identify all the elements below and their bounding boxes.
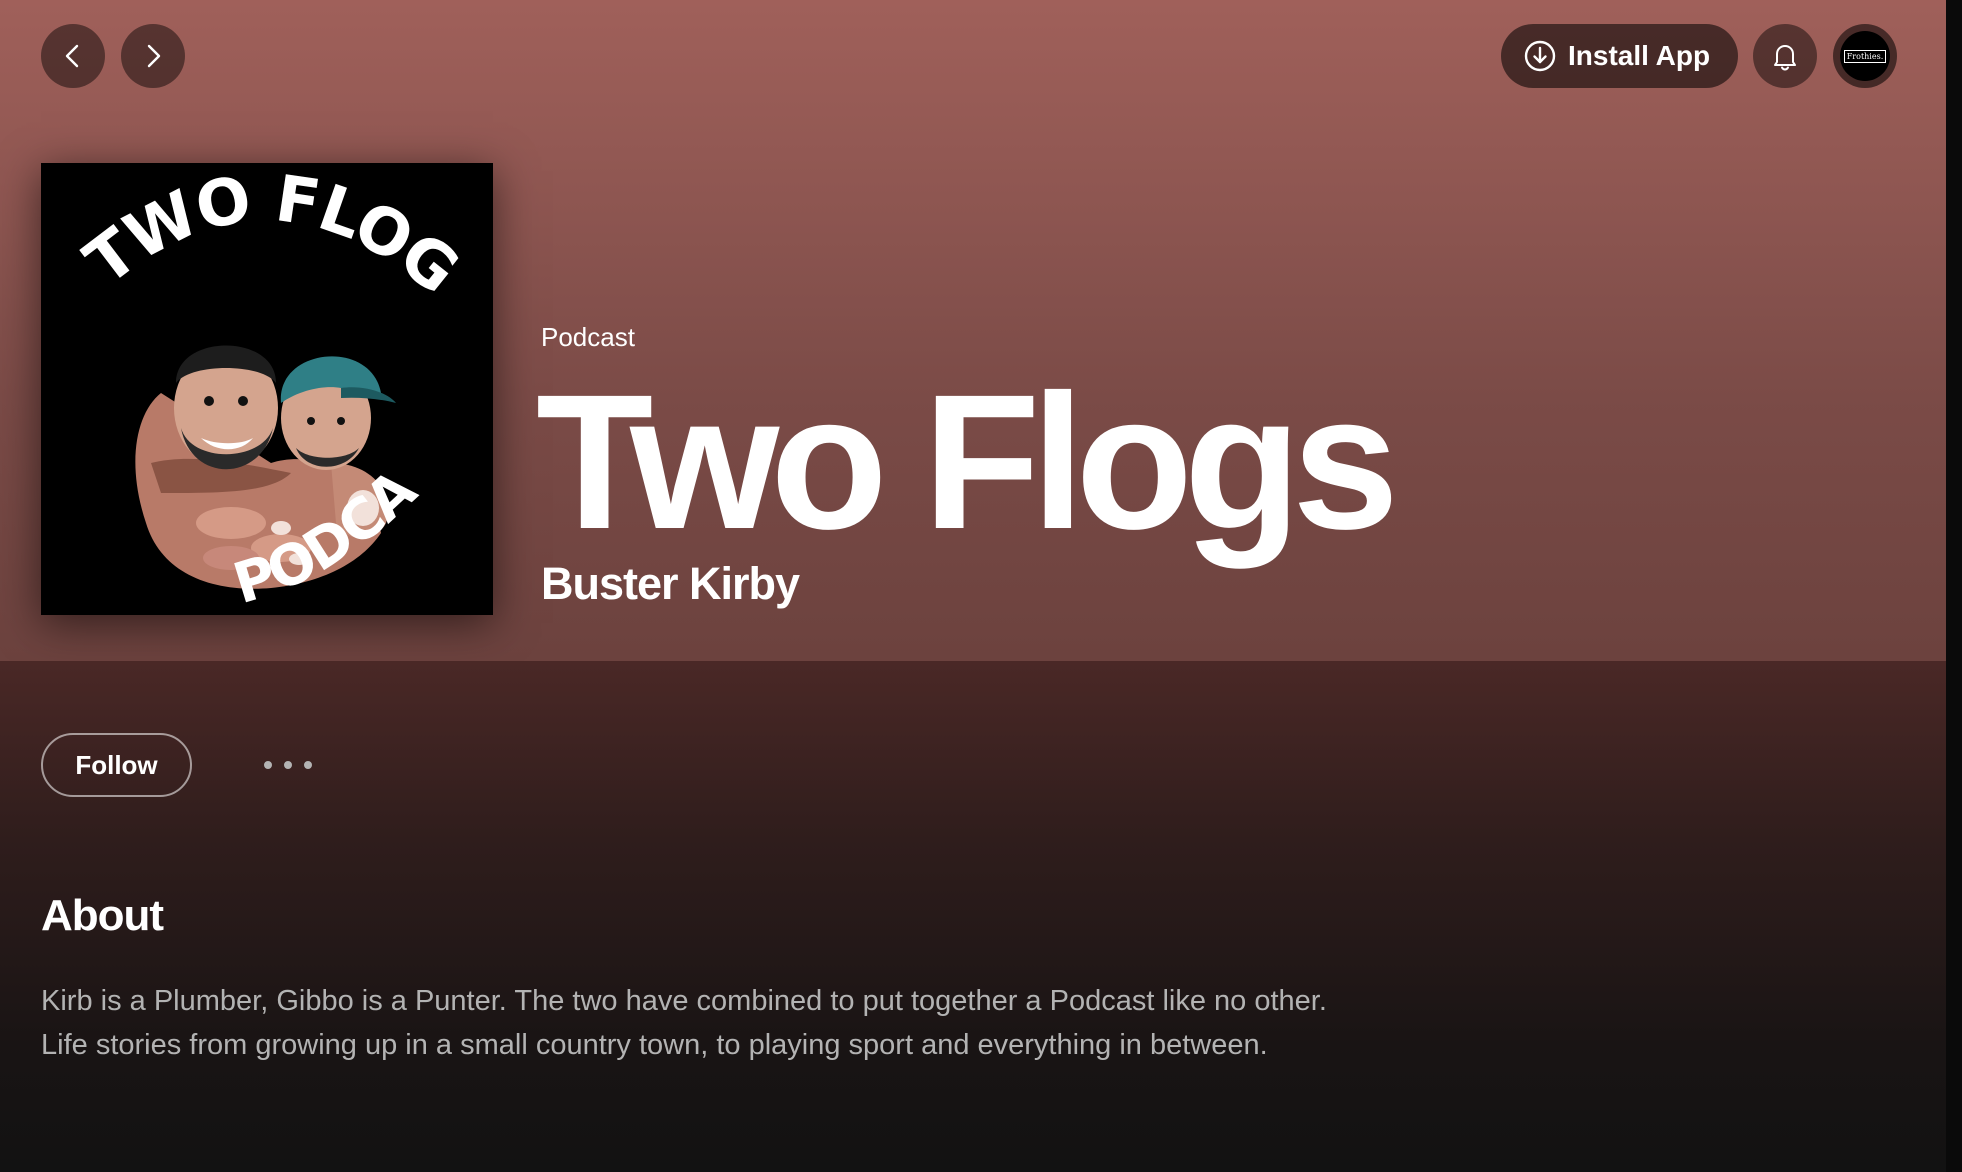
- more-horizontal-icon: [264, 761, 312, 769]
- main-view: Install App Frothies. TWO FLOG PODCA Pod…: [0, 0, 1946, 1172]
- podcast-cover-art: TWO FLOGS: [41, 163, 493, 615]
- podcast-header: Install App Frothies. TWO FLOG PODCA Pod…: [0, 0, 1946, 661]
- user-menu-button[interactable]: Frothies.: [1833, 24, 1897, 88]
- scrollbar[interactable]: [1946, 0, 1962, 1172]
- forward-button[interactable]: [121, 24, 185, 88]
- avatar: Frothies.: [1840, 31, 1890, 81]
- install-app-button[interactable]: Install App: [1501, 24, 1738, 88]
- page-title: Two Flogs: [536, 354, 1399, 569]
- content-type-label: Podcast: [541, 322, 635, 352]
- notifications-button[interactable]: [1753, 24, 1817, 88]
- publisher-name[interactable]: Buster Kirby: [541, 558, 800, 610]
- install-app-label: Install App: [1568, 40, 1711, 71]
- about-description: Kirb is a Plumber, Gibbo is a Punter. Th…: [41, 979, 1541, 1067]
- more-options-button[interactable]: [248, 741, 328, 789]
- about-line-2: Life stories from growing up in a small …: [41, 1029, 1268, 1061]
- podcast-body: [0, 661, 1946, 1172]
- about-line-1: Kirb is a Plumber, Gibbo is a Punter. Th…: [41, 985, 1327, 1017]
- cover-art-illustration: TWO FLOGS: [41, 163, 493, 615]
- app-window: Install App Frothies. TWO FLOG PODCA Pod…: [0, 0, 1962, 1172]
- follow-button[interactable]: Follow: [41, 733, 192, 797]
- bell-icon: [1774, 45, 1796, 71]
- chevron-right-icon: [147, 44, 161, 68]
- avatar-label: Frothies.: [1843, 49, 1887, 63]
- back-button[interactable]: [41, 24, 105, 88]
- about-heading: About: [41, 891, 164, 940]
- download-circle-icon: [1524, 40, 1556, 72]
- chevron-left-icon: [65, 44, 79, 68]
